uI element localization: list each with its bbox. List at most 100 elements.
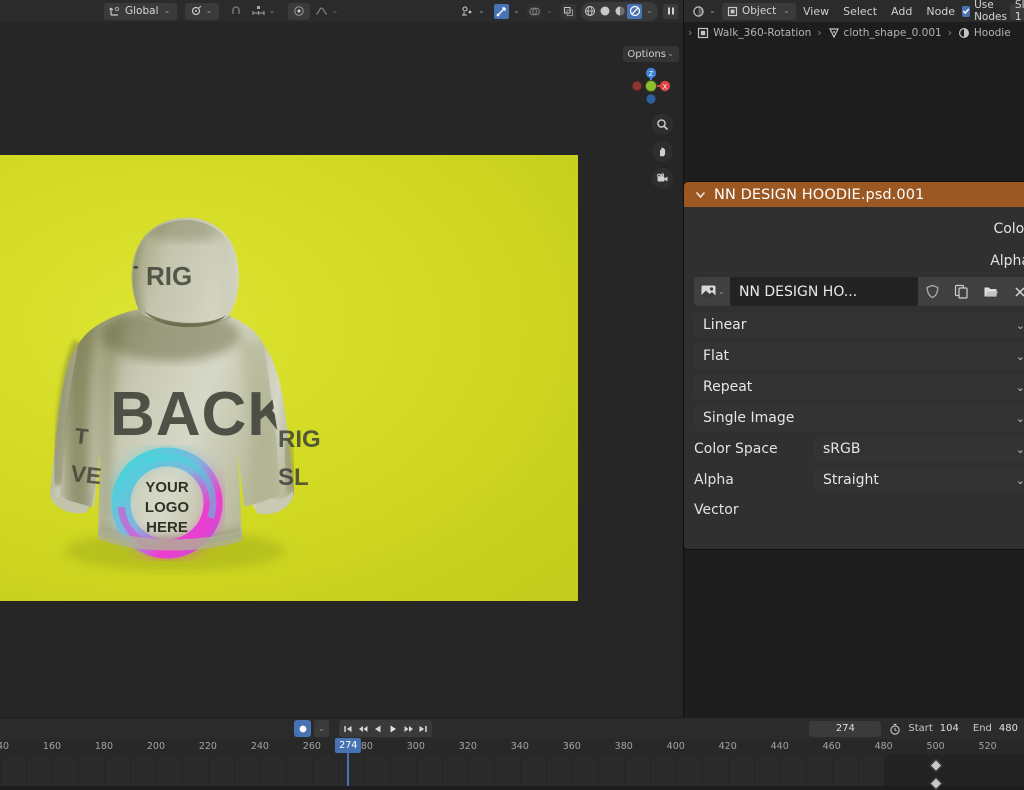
camera-view-icon	[656, 172, 669, 185]
vector-input-row[interactable]: Vector	[684, 498, 1024, 522]
extension-dropdown[interactable]: Repeat ⌄	[694, 374, 1024, 400]
svg-text:HERE: HERE	[146, 519, 188, 536]
chevron-down-icon: ⌄	[317, 725, 326, 733]
source-dropdown[interactable]: Single Image ⌄	[694, 405, 1024, 431]
unlink-image-button[interactable]	[1005, 277, 1024, 306]
rendered-garment-plane: T RIG BACK T VE RIG SL	[0, 155, 578, 601]
image-name-field[interactable]: NN DESIGN HO...	[730, 277, 918, 306]
navigation-gizmo[interactable]: Z X	[627, 62, 675, 110]
node-output-alpha[interactable]: Alpha	[684, 245, 1024, 277]
slot-dropdown[interactable]: Slot 1 ⌄	[1010, 3, 1024, 20]
grid-line	[338, 755, 339, 786]
gizmo-axis-x-label: X	[663, 84, 668, 91]
grid-line	[390, 755, 391, 786]
pan-button[interactable]	[652, 141, 673, 162]
auto-keying-dropdown[interactable]: ⌄	[314, 720, 329, 737]
viewport-options-dropdown[interactable]: Options ⌄	[623, 46, 679, 62]
new-image-copy-button[interactable]	[947, 277, 976, 306]
shading-material-preview-button[interactable]	[612, 4, 627, 19]
overlays-toggle-button[interactable]	[527, 4, 542, 19]
timeline-ruler[interactable]: 1401601802002202402602803003203403603804…	[0, 739, 1024, 755]
editor-type-dropdown[interactable]: ⌄	[687, 3, 722, 20]
shading-solid-button[interactable]	[597, 4, 612, 19]
start-frame-field[interactable]: Start 104	[908, 721, 959, 737]
zoom-button[interactable]	[652, 114, 673, 135]
gizmo-dropdown[interactable]: ⌄	[509, 3, 524, 20]
svg-text:T: T	[124, 261, 138, 287]
jump-to-start-button[interactable]	[341, 721, 355, 736]
fake-user-button[interactable]	[918, 277, 947, 306]
end-frame-field[interactable]: End 480	[973, 721, 1018, 737]
play-button[interactable]	[386, 721, 400, 736]
checkmark-icon	[962, 7, 970, 15]
menu-select[interactable]: Select	[836, 5, 884, 18]
chevron-down-icon[interactable]	[694, 188, 707, 201]
interpolation-dropdown[interactable]: Linear ⌄	[694, 312, 1024, 338]
grid-line	[754, 755, 755, 786]
proportional-falloff-dropdown[interactable]: ⌄	[310, 3, 345, 20]
browse-image-button[interactable]: ⌄	[694, 277, 730, 306]
color-space-dropdown[interactable]: sRGB ⌄	[814, 436, 1024, 462]
snap-magnet-icon	[230, 5, 242, 17]
prev-keyframe-button[interactable]	[356, 721, 370, 736]
breadcrumb-mesh-label[interactable]: cloth_shape_0.001	[844, 27, 942, 39]
chevron-down-icon: ⌄	[1016, 319, 1024, 332]
chevron-down-icon: ⌄	[331, 7, 340, 15]
use-nodes-checkbox[interactable]: Use Nodes	[962, 0, 1010, 23]
color-space-value: sRGB	[823, 441, 860, 457]
shader-node-canvas[interactable]: NN DESIGN HOODIE.psd.001 Color Alpha	[684, 44, 1024, 717]
shading-dropdown[interactable]: ⌄	[642, 3, 657, 20]
menu-node[interactable]: Node	[919, 5, 962, 18]
image-datablock-row: ⌄ NN DESIGN HO...	[694, 277, 1024, 306]
ruler-tick: 140	[0, 741, 9, 752]
transform-orientation-dropdown[interactable]: Global ⌄	[104, 3, 177, 20]
proportional-editing-toggle[interactable]	[288, 3, 310, 20]
jump-to-end-icon	[418, 724, 428, 734]
object-visibility-dropdown[interactable]: ⌄	[456, 3, 491, 20]
camera-view-button[interactable]	[652, 168, 673, 189]
shading-wireframe-button[interactable]	[582, 4, 597, 19]
breadcrumb-material-label[interactable]: Hoodie	[974, 27, 1011, 39]
auto-keying-button[interactable]	[294, 720, 311, 737]
svg-text:YOUR: YOUR	[145, 479, 189, 496]
chevron-down-icon: ⌄	[205, 7, 214, 15]
timeline-editor: ⌄	[0, 718, 1024, 768]
current-frame-field[interactable]: 274	[809, 721, 881, 737]
alpha-dropdown[interactable]: Straight ⌄	[814, 467, 1024, 493]
proportional-editing-icon	[293, 5, 305, 17]
shading-material-preview-icon	[614, 5, 626, 17]
viewport-canvas[interactable]: T RIG BACK T VE RIG SL	[0, 22, 683, 717]
menu-add[interactable]: Add	[884, 5, 919, 18]
shading-rendered-button[interactable]	[627, 4, 642, 19]
gizmo-toggle-button[interactable]	[494, 4, 509, 19]
node-body: Color Alpha ⌄	[684, 207, 1024, 535]
node-output-color[interactable]: Color	[684, 213, 1024, 245]
falloff-curve-icon	[315, 5, 328, 17]
grid-line	[364, 755, 365, 786]
timeline-keyframe-area[interactable]	[0, 755, 1024, 786]
overlays-dropdown[interactable]: ⌄	[542, 3, 557, 20]
node-header[interactable]: NN DESIGN HOODIE.psd.001	[684, 182, 1024, 207]
jump-to-end-button[interactable]	[416, 721, 430, 736]
projection-dropdown[interactable]: Flat ⌄	[694, 343, 1024, 369]
browse-image-icon	[700, 283, 717, 300]
chevron-down-icon: ⌄	[782, 7, 791, 15]
breadcrumb-object-label[interactable]: Walk_360-Rotation	[713, 27, 811, 39]
snap-toggle-button[interactable]	[225, 3, 247, 20]
menu-view[interactable]: View	[796, 5, 836, 18]
pause-render-button[interactable]	[663, 4, 678, 19]
open-image-button[interactable]	[976, 277, 1005, 306]
snap-target-dropdown[interactable]: ⌄	[247, 3, 282, 20]
play-icon	[388, 724, 398, 734]
shading-solid-icon	[599, 5, 611, 17]
next-keyframe-button[interactable]	[401, 721, 415, 736]
xray-toggle-button[interactable]	[561, 4, 576, 19]
pivot-point-dropdown[interactable]: ⌄	[185, 3, 219, 20]
play-reverse-button[interactable]	[371, 721, 385, 736]
gizmo-icon	[496, 6, 507, 17]
chevron-down-icon: ⌄	[512, 7, 521, 15]
shading-wireframe-icon	[584, 5, 596, 17]
image-texture-node[interactable]: NN DESIGN HOODIE.psd.001 Color Alpha	[684, 182, 1024, 549]
shader-type-dropdown[interactable]: Object ⌄	[722, 3, 796, 20]
use-preview-range-button[interactable]	[887, 721, 902, 736]
